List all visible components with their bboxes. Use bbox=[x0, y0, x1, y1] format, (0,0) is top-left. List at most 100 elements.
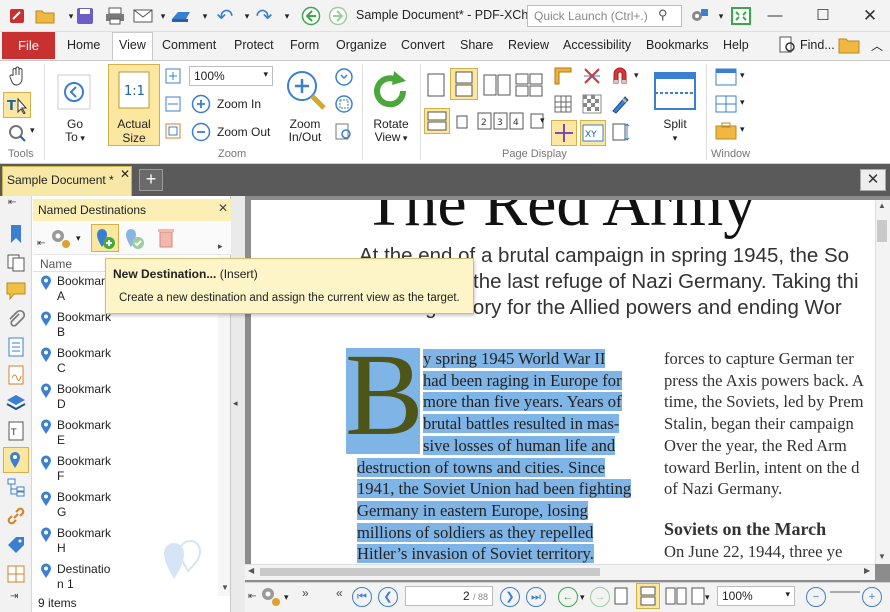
links-panel-icon[interactable] bbox=[4, 504, 28, 528]
tab-review[interactable]: Review bbox=[508, 38, 549, 52]
thumbnails-panel-icon[interactable] bbox=[4, 251, 28, 275]
tab-bookmarks[interactable]: Bookmarks bbox=[646, 38, 709, 52]
destination-item[interactable]: Bookmark G bbox=[57, 490, 111, 520]
scroll-right-icon[interactable]: ▶ bbox=[864, 566, 870, 575]
facing-continuous-view-icon[interactable] bbox=[690, 585, 706, 607]
dropdown-arrow-icon[interactable]: ▾ bbox=[194, 6, 216, 26]
zoom-slider[interactable] bbox=[830, 591, 860, 593]
dropdown-arrow-icon[interactable]: ▾ bbox=[30, 125, 35, 136]
status-zoom-in-button[interactable]: + bbox=[862, 587, 882, 607]
more-icon[interactable]: » bbox=[302, 586, 309, 600]
dropdown-arrow-icon[interactable]: ▾ bbox=[740, 124, 745, 135]
zoom-out-button[interactable]: Zoom Out bbox=[217, 125, 270, 139]
collapse-ribbon-icon[interactable]: ︿ bbox=[866, 35, 888, 55]
page-size-icon[interactable] bbox=[608, 120, 632, 144]
find-icon[interactable] bbox=[776, 35, 798, 55]
small-page-icon[interactable] bbox=[454, 114, 470, 130]
bookmarks-panel-icon[interactable] bbox=[4, 222, 28, 246]
scroll-down-icon[interactable]: ▼ bbox=[221, 583, 229, 592]
tags-panel-icon[interactable]: T bbox=[4, 419, 28, 443]
panel-options-gear-icon[interactable] bbox=[47, 225, 73, 251]
zoom-to-selection-icon[interactable] bbox=[333, 66, 355, 88]
maximize-button[interactable]: ☐ bbox=[808, 6, 838, 26]
first-page-button[interactable]: ⏮ bbox=[352, 587, 372, 607]
tab-protect[interactable]: Protect bbox=[234, 38, 274, 52]
status-zoom-out-button[interactable]: − bbox=[806, 587, 826, 607]
destination-item[interactable]: Bookmark E bbox=[57, 418, 111, 448]
tab-view[interactable]: View bbox=[119, 38, 146, 52]
new-window-icon[interactable] bbox=[714, 66, 738, 88]
pages-panel-icon[interactable] bbox=[4, 562, 28, 586]
status-options-gear-icon[interactable] bbox=[258, 584, 282, 608]
zoom-in-out-icon[interactable] bbox=[282, 66, 330, 116]
select-text-tool-icon[interactable]: T bbox=[3, 92, 31, 118]
scroll-left-icon[interactable]: ◀ bbox=[248, 566, 254, 575]
tab-home[interactable]: Home bbox=[67, 38, 100, 52]
destination-item[interactable]: Bookmark F bbox=[57, 454, 111, 484]
tab-comment[interactable]: Comment bbox=[162, 38, 216, 52]
rotate-view-button[interactable]: Rotate View ▾ bbox=[368, 118, 414, 145]
dropdown-arrow-icon[interactable]: ▾ bbox=[540, 115, 545, 126]
vertical-scroll-thumb[interactable] bbox=[877, 220, 887, 242]
guides-icon[interactable] bbox=[580, 64, 604, 88]
close-panel-icon[interactable]: ✕ bbox=[218, 201, 228, 215]
page-layout-icon[interactable] bbox=[424, 108, 450, 134]
new-destination-button[interactable] bbox=[91, 224, 119, 252]
facing-pages-icon[interactable] bbox=[482, 70, 512, 100]
tile-windows-icon[interactable] bbox=[714, 93, 738, 115]
redo-icon[interactable]: ↷ bbox=[253, 6, 275, 28]
dropdown-arrow-icon[interactable]: ▾ bbox=[276, 6, 298, 26]
back-icon[interactable] bbox=[300, 6, 322, 26]
previous-view-button[interactable]: ← bbox=[558, 587, 578, 607]
close-document-button[interactable]: ✕ bbox=[860, 169, 886, 191]
split-button[interactable]: Split ▾ bbox=[656, 118, 694, 145]
collapse-bottom-icon[interactable]: ⇥ bbox=[10, 591, 18, 602]
signatures-panel-icon[interactable] bbox=[4, 363, 28, 387]
dropdown-arrow-icon[interactable]: ▾ bbox=[580, 592, 585, 603]
last-page-button[interactable]: ⏭ bbox=[526, 587, 546, 607]
save-icon[interactable] bbox=[74, 6, 96, 26]
destination-item[interactable]: Bookmark C bbox=[57, 346, 111, 376]
scroll-up-icon[interactable]: ▲ bbox=[878, 201, 886, 210]
comments-panel-icon[interactable] bbox=[4, 279, 28, 303]
crosshair-icon[interactable] bbox=[551, 120, 577, 146]
dropdown-arrow-icon[interactable]: ▾ bbox=[76, 233, 81, 244]
transparency-grid-icon[interactable] bbox=[580, 92, 604, 116]
tab-help[interactable]: Help bbox=[723, 38, 749, 52]
destination-item[interactable]: Bookmark D bbox=[57, 382, 111, 412]
close-window-button[interactable]: ✕ bbox=[855, 6, 885, 26]
new-tab-button[interactable]: + bbox=[139, 169, 163, 191]
page-numbers-icon[interactable]: 234 bbox=[476, 110, 526, 132]
next-page-button[interactable]: ❯ bbox=[500, 587, 520, 607]
dropdown-arrow-icon[interactable]: ▾ bbox=[705, 592, 710, 603]
facing-view-icon[interactable] bbox=[664, 585, 688, 607]
settings-icon[interactable] bbox=[688, 6, 710, 26]
horizontal-scroll-thumb[interactable] bbox=[260, 568, 600, 576]
scan-icon[interactable] bbox=[170, 6, 192, 26]
pan-zoom-icon[interactable] bbox=[333, 121, 355, 143]
dropdown-arrow-icon[interactable]: ▾ bbox=[740, 70, 745, 81]
dropdown-arrow-icon[interactable]: ▾ bbox=[740, 97, 745, 108]
continuous-page-icon[interactable] bbox=[450, 68, 478, 100]
document-vertical-scrollbar[interactable] bbox=[875, 200, 890, 564]
page-number-input[interactable]: 2 / 88 bbox=[405, 586, 493, 606]
facing-continuous-icon[interactable] bbox=[514, 70, 544, 100]
collapse-panel-icon[interactable]: ◂ bbox=[233, 398, 238, 409]
articles-panel-icon[interactable] bbox=[4, 533, 28, 557]
previous-page-button[interactable]: ❮ bbox=[378, 587, 398, 607]
column-header-name[interactable]: Name bbox=[40, 257, 72, 271]
continuous-view-icon[interactable] bbox=[636, 583, 660, 609]
attachments-panel-icon[interactable] bbox=[4, 307, 28, 331]
undo-icon[interactable]: ↶ bbox=[214, 6, 236, 28]
close-tab-icon[interactable]: ✕ bbox=[120, 167, 130, 181]
collapse-toolbar-icon[interactable]: ⇤ bbox=[37, 238, 45, 249]
destination-item[interactable]: Bookmark H bbox=[57, 526, 111, 556]
workspace-icon[interactable] bbox=[714, 120, 738, 142]
color-pencil-icon[interactable] bbox=[608, 92, 632, 116]
zoom-in-icon[interactable] bbox=[190, 93, 212, 115]
collapse-sidebar-icon[interactable]: ⇤ bbox=[8, 197, 16, 208]
tab-accessibility[interactable]: Accessibility bbox=[563, 38, 631, 52]
tab-convert[interactable]: Convert bbox=[401, 38, 445, 52]
content-panel-icon[interactable] bbox=[4, 335, 28, 359]
forward-icon[interactable] bbox=[327, 6, 349, 26]
